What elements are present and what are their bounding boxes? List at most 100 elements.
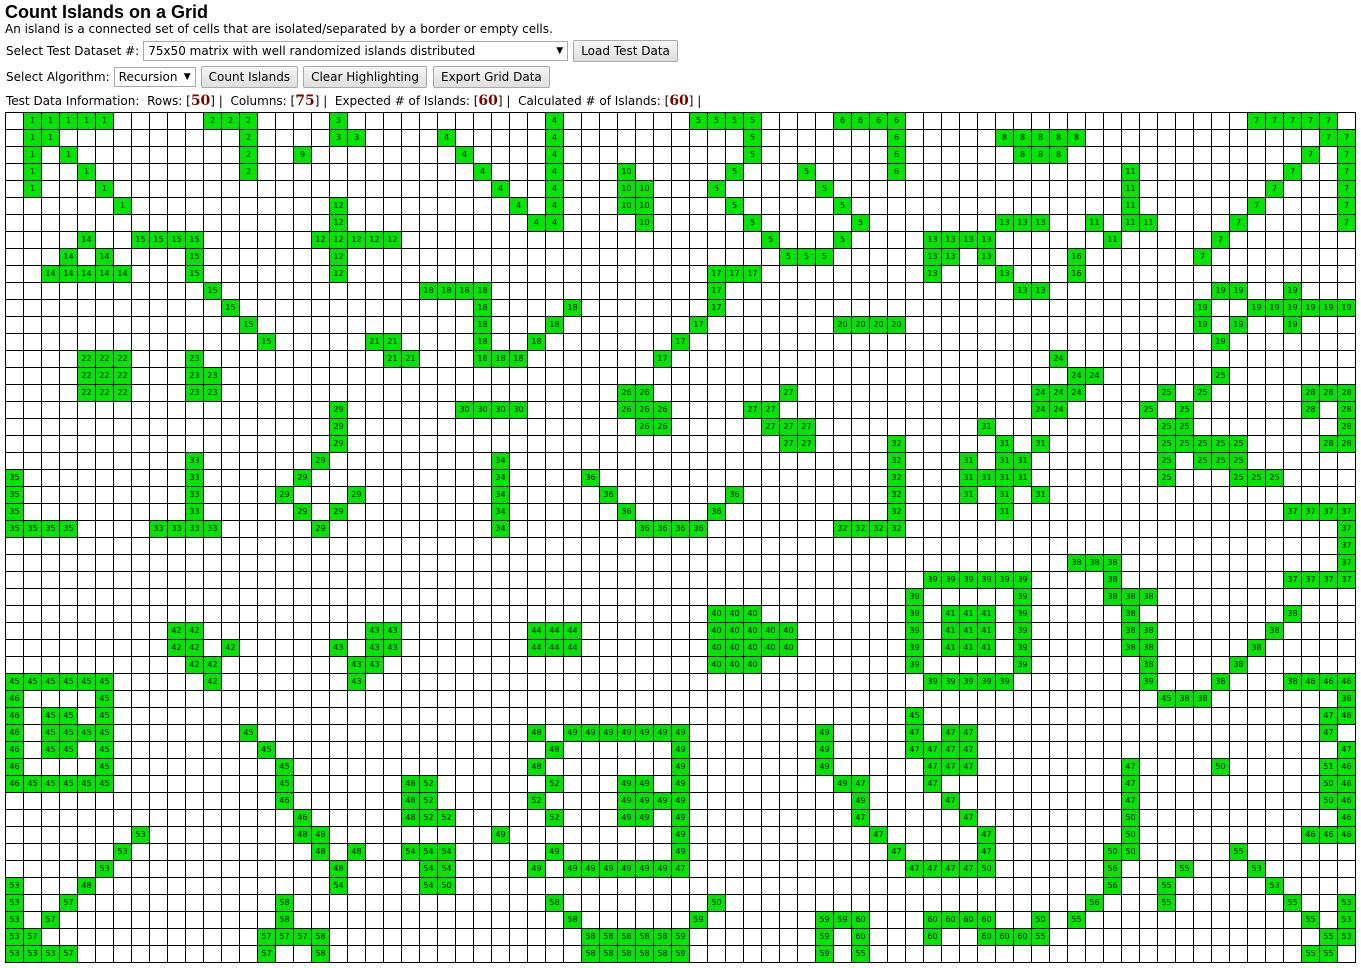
grid-cell[interactable]	[581, 231, 600, 249]
grid-cell[interactable]	[203, 418, 222, 436]
grid-cell[interactable]: 42	[203, 673, 222, 691]
grid-cell[interactable]	[1031, 554, 1050, 572]
grid-cell[interactable]	[455, 588, 474, 606]
grid-cell[interactable]	[1265, 486, 1284, 504]
grid-cell[interactable]	[779, 163, 798, 181]
grid-cell[interactable]	[257, 248, 276, 266]
grid-cell[interactable]	[5, 435, 24, 453]
grid-cell[interactable]	[833, 741, 852, 759]
grid-cell[interactable]	[563, 537, 582, 555]
grid-cell[interactable]	[1067, 469, 1086, 487]
grid-cell[interactable]	[671, 231, 690, 249]
grid-cell[interactable]	[887, 928, 906, 946]
grid-cell[interactable]	[41, 503, 60, 521]
grid-cell[interactable]	[1265, 435, 1284, 453]
grid-cell[interactable]	[275, 690, 294, 708]
grid-cell[interactable]	[1139, 112, 1158, 130]
grid-cell[interactable]	[1247, 418, 1266, 436]
grid-cell[interactable]	[1211, 877, 1230, 895]
grid-cell[interactable]	[455, 571, 474, 589]
grid-cell[interactable]	[887, 639, 906, 657]
grid-cell[interactable]: 17	[671, 333, 690, 351]
grid-cell[interactable]	[1229, 605, 1248, 623]
grid-cell[interactable]	[833, 146, 852, 164]
grid-cell[interactable]	[743, 860, 762, 878]
grid-cell[interactable]: 38	[1283, 605, 1302, 623]
grid-cell[interactable]	[1085, 792, 1104, 810]
grid-cell[interactable]	[689, 350, 708, 368]
grid-cell[interactable]	[869, 605, 888, 623]
grid-cell[interactable]	[383, 265, 402, 283]
grid-cell[interactable]: 49	[815, 741, 834, 759]
grid-cell[interactable]	[1049, 112, 1068, 130]
grid-cell[interactable]	[635, 503, 654, 521]
grid-cell[interactable]	[131, 316, 150, 334]
grid-cell[interactable]	[707, 792, 726, 810]
grid-cell[interactable]	[131, 265, 150, 283]
grid-cell[interactable]	[1085, 843, 1104, 861]
grid-cell[interactable]	[1193, 333, 1212, 351]
grid-cell[interactable]: 53	[1337, 928, 1356, 946]
grid-cell[interactable]	[977, 707, 996, 725]
grid-cell[interactable]: 5	[815, 248, 834, 266]
grid-cell[interactable]	[527, 520, 546, 538]
grid-cell[interactable]	[905, 537, 924, 555]
grid-cell[interactable]: 46	[1337, 809, 1356, 827]
grid-cell[interactable]	[1157, 741, 1176, 759]
grid-cell[interactable]	[1265, 605, 1284, 623]
grid-cell[interactable]	[1139, 894, 1158, 912]
grid-cell[interactable]	[23, 282, 42, 300]
grid-cell[interactable]: 38	[1139, 588, 1158, 606]
grid-cell[interactable]	[1049, 486, 1068, 504]
grid-cell[interactable]	[761, 945, 780, 963]
grid-cell[interactable]	[1247, 826, 1266, 844]
grid-cell[interactable]	[257, 520, 276, 538]
grid-cell[interactable]	[491, 622, 510, 640]
grid-cell[interactable]	[1013, 316, 1032, 334]
grid-cell[interactable]	[1157, 571, 1176, 589]
grid-cell[interactable]: 46	[5, 690, 24, 708]
grid-cell[interactable]: 5	[761, 231, 780, 249]
grid-cell[interactable]	[221, 758, 240, 776]
grid-cell[interactable]	[113, 214, 132, 232]
grid-cell[interactable]	[455, 605, 474, 623]
grid-cell[interactable]	[707, 333, 726, 351]
grid-cell[interactable]	[437, 180, 456, 198]
grid-cell[interactable]	[833, 554, 852, 572]
grid-cell[interactable]	[383, 537, 402, 555]
grid-cell[interactable]	[509, 656, 528, 674]
grid-cell[interactable]	[1247, 316, 1266, 334]
grid-cell[interactable]	[275, 180, 294, 198]
grid-cell[interactable]	[437, 112, 456, 130]
grid-cell[interactable]	[581, 554, 600, 572]
grid-cell[interactable]	[1139, 571, 1158, 589]
grid-cell[interactable]: 22	[95, 350, 114, 368]
grid-cell[interactable]: 47	[959, 724, 978, 742]
grid-cell[interactable]	[473, 554, 492, 572]
grid-cell[interactable]	[1337, 843, 1356, 861]
grid-cell[interactable]: 53	[131, 826, 150, 844]
grid-cell[interactable]	[779, 316, 798, 334]
grid-cell[interactable]	[797, 894, 816, 912]
grid-cell[interactable]: 14	[59, 248, 78, 266]
grid-cell[interactable]	[851, 826, 870, 844]
grid-cell[interactable]	[581, 690, 600, 708]
grid-cell[interactable]	[473, 503, 492, 521]
grid-cell[interactable]	[1229, 112, 1248, 130]
grid-cell[interactable]	[203, 452, 222, 470]
grid-cell[interactable]	[5, 537, 24, 555]
grid-cell[interactable]	[473, 724, 492, 742]
grid-cell[interactable]	[1157, 554, 1176, 572]
grid-cell[interactable]	[221, 486, 240, 504]
grid-cell[interactable]	[941, 316, 960, 334]
grid-cell[interactable]	[1067, 877, 1086, 895]
grid-cell[interactable]	[1139, 826, 1158, 844]
grid-cell[interactable]	[257, 418, 276, 436]
grid-cell[interactable]	[833, 724, 852, 742]
grid-cell[interactable]	[1157, 724, 1176, 742]
grid-cell[interactable]	[581, 775, 600, 793]
grid-cell[interactable]: 41	[959, 622, 978, 640]
grid-cell[interactable]	[1121, 367, 1140, 385]
grid-cell[interactable]	[1301, 316, 1320, 334]
grid-cell[interactable]	[941, 452, 960, 470]
